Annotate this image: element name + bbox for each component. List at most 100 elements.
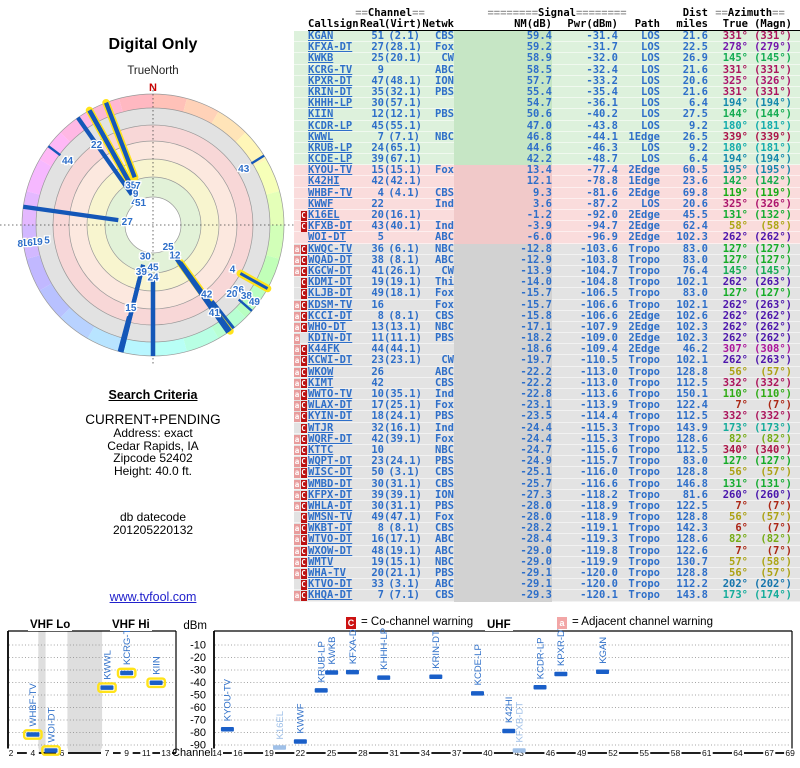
callsign-link[interactable]: KCDR-LP bbox=[308, 120, 360, 132]
station-signal-marker bbox=[502, 728, 516, 734]
magnetic-azimuth: (263°) bbox=[754, 298, 792, 311]
callsign-link[interactable]: KWKB bbox=[308, 53, 360, 64]
magnetic-azimuth: (263°) bbox=[754, 354, 792, 367]
network bbox=[420, 143, 454, 154]
station-signal-marker bbox=[120, 670, 134, 676]
noise-margin: 50.6 bbox=[454, 109, 552, 121]
channel-spoke-label: 41 bbox=[209, 308, 221, 319]
true-azimuth: 180° bbox=[722, 119, 748, 132]
search-mode: CURRENT+PENDING bbox=[85, 412, 221, 427]
real-channel: 30 bbox=[371, 477, 384, 490]
station-signal-marker bbox=[377, 675, 391, 680]
callsign-link[interactable]: KLJB-DT bbox=[308, 288, 360, 299]
channel-axis-tick: 34 bbox=[421, 748, 431, 758]
real-channel: 42 bbox=[371, 175, 384, 188]
power-dbm: -110.5 bbox=[580, 354, 618, 367]
adjacent-channel-badge: a bbox=[294, 479, 300, 489]
table-row: a C WISC-DT 50 (3.1) CBS -25.1 -116.0 Tropo 128.8… bbox=[294, 466, 800, 479]
adjacent-channel-badge: a bbox=[294, 322, 300, 333]
adjacent-channel-badge: a bbox=[294, 345, 300, 355]
network: CW bbox=[441, 52, 454, 65]
db-datecode-value: 201205220132 bbox=[112, 523, 194, 537]
distance-miles: 9.2 bbox=[689, 119, 708, 132]
svg-text:-60: -60 bbox=[190, 702, 206, 714]
station-signal-marker bbox=[533, 685, 547, 690]
noise-margin: -25.7 bbox=[454, 478, 552, 490]
network: PBS bbox=[435, 410, 454, 423]
station-signal-marker bbox=[314, 688, 328, 693]
channel-axis-tick: 40 bbox=[483, 748, 493, 758]
table-row: KCDR-LP 45(55.1) 47.0 -43.8 LOS 9.2 180° (181°) bbox=[294, 119, 800, 132]
magnetic-azimuth: (144°) bbox=[754, 108, 792, 121]
magnetic-azimuth: (131°) bbox=[754, 477, 792, 490]
power-dbm: -106.5 bbox=[580, 287, 618, 300]
callsign-link[interactable]: WOI-DT bbox=[308, 232, 360, 243]
adjacent-channel-badge: a bbox=[294, 569, 300, 579]
true-azimuth: 142° bbox=[722, 175, 748, 188]
svg-text:-40: -40 bbox=[190, 677, 206, 689]
adjacent-channel-badge: a bbox=[294, 300, 300, 310]
callsign-link[interactable]: WTVO-DT bbox=[308, 534, 360, 545]
true-azimuth: 262° bbox=[722, 354, 748, 367]
station-callsign-label: K42HI bbox=[504, 697, 515, 723]
real-channel: 16 bbox=[371, 298, 384, 311]
co-channel-badge: C bbox=[300, 300, 307, 310]
vhf-lo-band-label: VHF Lo bbox=[28, 619, 73, 631]
channel-axis-tick: 22 bbox=[296, 748, 306, 758]
true-azimuth: 173° bbox=[722, 589, 748, 602]
polar-orientation-label: TrueNorth bbox=[127, 65, 179, 77]
real-channel: 50 bbox=[371, 466, 384, 479]
station-signal-marker bbox=[345, 669, 359, 675]
station-callsign-label: KPXR-DT bbox=[556, 624, 567, 666]
callsign-link[interactable]: KIIN bbox=[308, 109, 360, 120]
virtual-channel: (18.1) bbox=[384, 287, 422, 300]
true-azimuth: 332° bbox=[722, 410, 748, 423]
channel-spoke-label: 22 bbox=[91, 140, 103, 151]
co-channel-badge: C bbox=[300, 457, 307, 467]
channel-spoke-label: 4 bbox=[230, 265, 236, 276]
co-channel-badge: C bbox=[300, 591, 307, 601]
noise-margin: -28.4 bbox=[454, 534, 552, 546]
callsign-link[interactable]: KYIN-DT bbox=[308, 411, 360, 422]
channel-axis-tick: 31 bbox=[389, 748, 399, 758]
co-channel-badge: C bbox=[300, 546, 307, 557]
path: 1Edge bbox=[628, 175, 660, 188]
real-channel: 45 bbox=[371, 119, 384, 132]
callsign-link[interactable]: WMBD-DT bbox=[308, 478, 360, 490]
callsign-link[interactable]: KDSM-TV bbox=[308, 299, 360, 311]
adjacent-channel-badge: a bbox=[294, 457, 300, 467]
channel-axis-tick: 4 bbox=[30, 748, 35, 758]
noise-margin: 12.1 bbox=[454, 176, 552, 188]
station-signal-marker bbox=[149, 680, 163, 685]
callsign-link[interactable]: K42HI bbox=[308, 176, 360, 187]
callsign-link[interactable]: KHQA-DT bbox=[308, 590, 360, 601]
station-callsign-label: KIIN bbox=[151, 656, 162, 675]
station-callsign-label: KHHH-LP bbox=[379, 628, 390, 670]
co-channel-badge: C bbox=[300, 322, 307, 333]
callsign-link[interactable]: KCWI-DT bbox=[308, 355, 360, 366]
co-channel-badge: C bbox=[300, 445, 307, 456]
power-dbm: -40.2 bbox=[586, 108, 618, 121]
network: ABC bbox=[435, 533, 454, 546]
path: LOS bbox=[641, 52, 660, 65]
co-channel-badge: C bbox=[300, 535, 307, 545]
adjacent-channel-badge: a bbox=[294, 591, 300, 601]
network bbox=[420, 121, 454, 132]
distance-miles: 102.3 bbox=[676, 231, 708, 244]
tvfool-link[interactable]: www.tvfool.com bbox=[110, 590, 197, 604]
noise-margin: -23.5 bbox=[454, 411, 552, 423]
path: LOS bbox=[641, 119, 660, 132]
channel-axis-tick: 25 bbox=[327, 748, 337, 758]
co-channel-badge: C bbox=[300, 423, 307, 434]
adjacent-channel-badge: a bbox=[294, 266, 300, 277]
channel-axis-tick: 9 bbox=[124, 748, 129, 758]
search-criteria-heading: Search Criteria bbox=[108, 388, 198, 402]
station-signal-marker bbox=[100, 685, 114, 690]
station-signal-marker bbox=[273, 745, 287, 750]
distance-miles: 146.8 bbox=[676, 477, 708, 490]
power-dbm: -78.8 bbox=[586, 175, 618, 188]
adjacent-channel-badge: a bbox=[294, 244, 300, 255]
adjacent-channel-badge: a bbox=[294, 468, 300, 478]
callsign-link[interactable]: WISC-DT bbox=[308, 467, 360, 478]
virtual-channel: (55.1) bbox=[384, 119, 422, 132]
